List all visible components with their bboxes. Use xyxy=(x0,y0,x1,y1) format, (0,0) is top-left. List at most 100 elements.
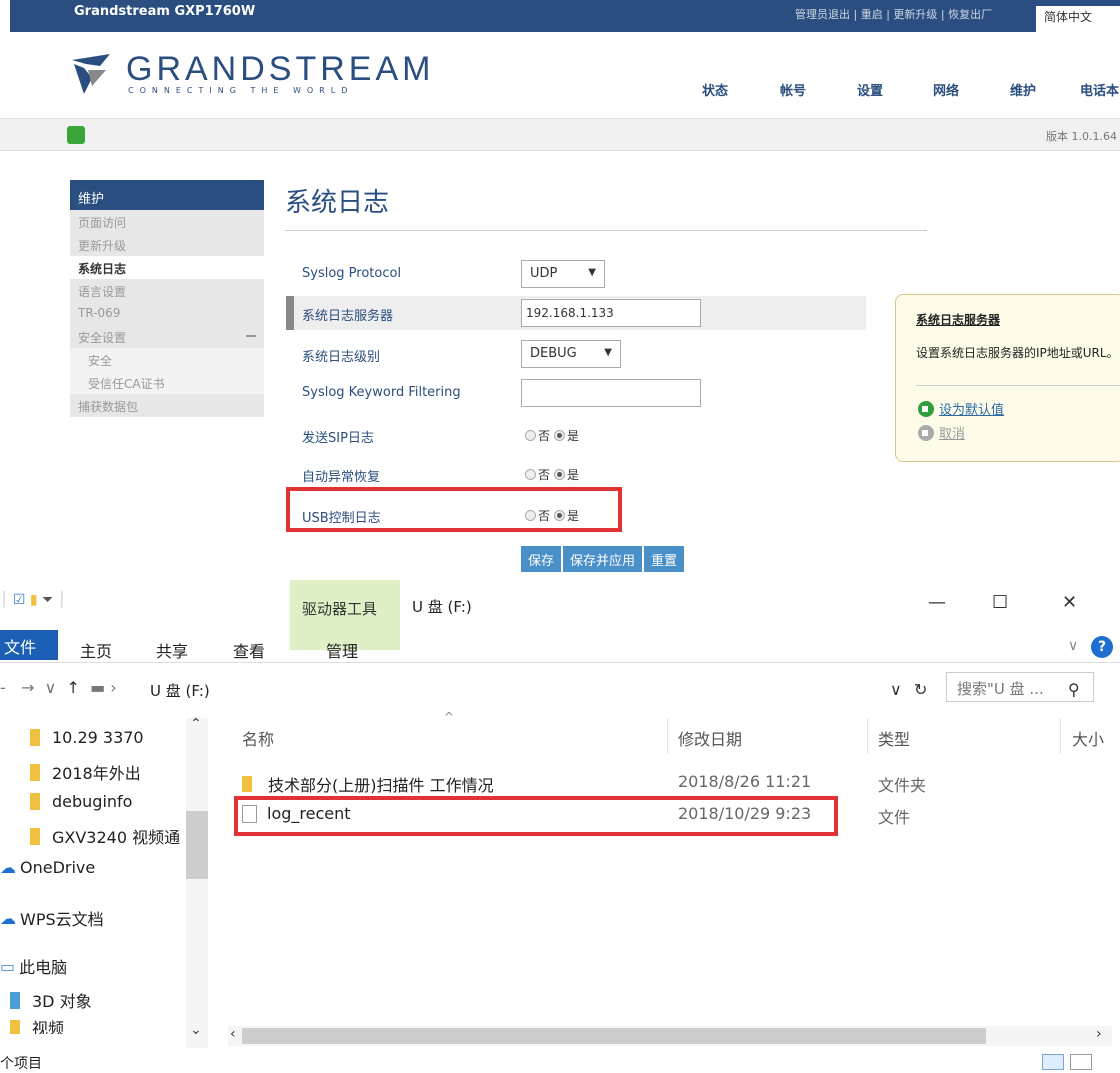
nav-3d-objects[interactable]: 3D 对象 xyxy=(10,988,92,1012)
checkmark-icon[interactable]: ☑ xyxy=(13,592,26,608)
file-type: 文件 xyxy=(878,808,911,827)
nav-status[interactable]: 状态 xyxy=(702,80,728,99)
horizontal-scrollbar[interactable]: ‹ › xyxy=(228,1026,1112,1046)
column-divider xyxy=(867,718,868,754)
file-row[interactable]: 技术部分(上册)扫描件 工作情况 xyxy=(242,772,494,796)
sip-yes-radio[interactable] xyxy=(554,430,566,441)
tab-file[interactable]: 文件 xyxy=(0,630,58,660)
column-size[interactable]: 大小 xyxy=(1072,726,1104,750)
nav-network[interactable]: 网络 xyxy=(933,80,959,99)
model-name: Grandstream GXP1760W xyxy=(74,4,256,19)
minimize-button[interactable]: — xyxy=(928,592,946,613)
maximize-button[interactable]: ☐ xyxy=(992,592,1008,613)
nav-folder[interactable]: 2018年外出 xyxy=(30,760,141,784)
phone-icon xyxy=(67,126,85,144)
nav-folder[interactable]: GXV3240 视频通 xyxy=(30,824,186,848)
help-icon[interactable]: ? xyxy=(1091,636,1113,658)
thumbnail-view-icon[interactable] xyxy=(1070,1054,1092,1070)
column-type[interactable]: 类型 xyxy=(878,726,910,750)
sidebar-item-syslog[interactable]: 系统日志 xyxy=(70,256,264,279)
sidebar-item-capture[interactable]: 捕获数据包 xyxy=(70,394,264,417)
folder-icon[interactable]: ▮ xyxy=(30,592,38,608)
history-dropdown-icon[interactable]: ∨ xyxy=(890,680,902,699)
auto-recover-label: 自动异常恢复 xyxy=(302,470,381,485)
set-default-link[interactable]: 设为默认值 xyxy=(918,399,1004,418)
scroll-up-icon[interactable]: ⌃ xyxy=(190,716,202,732)
grandstream-web-ui: Grandstream GXP1760W 管理员退出 | 重启 | 更新升级 |… xyxy=(0,0,1120,572)
nav-maintenance[interactable]: 维护 xyxy=(1010,80,1036,99)
cancel-link[interactable]: 取消 xyxy=(918,423,965,442)
drive-tools-tab[interactable]: 驱动器工具 xyxy=(302,598,377,619)
quick-access-toolbar: │ ☑ ▮ ⏷ │ xyxy=(0,592,66,608)
nav-account[interactable]: 帐号 xyxy=(780,80,806,99)
scroll-left-icon[interactable]: ‹ xyxy=(230,1026,236,1042)
syslog-protocol-select[interactable]: UDP ▼ xyxy=(521,260,605,288)
column-name[interactable]: 名称 xyxy=(242,726,274,750)
column-divider xyxy=(1060,718,1061,754)
sidebar-item-security[interactable]: 安全 xyxy=(70,348,264,371)
sidebar-item-web-access[interactable]: 页面访问 xyxy=(70,210,264,233)
scroll-thumb[interactable] xyxy=(186,811,208,879)
logo-icon xyxy=(72,54,110,94)
refresh-icon[interactable]: ↻ xyxy=(914,680,927,699)
syslog-level-select[interactable]: DEBUG ▼ xyxy=(521,340,621,368)
reset-button[interactable]: 重置 xyxy=(644,546,685,572)
page-title: 系统日志 xyxy=(285,188,390,218)
back-arrow-icon[interactable]: - xyxy=(0,678,6,697)
sidebar-item-language[interactable]: 语言设置 xyxy=(70,279,264,302)
top-links[interactable]: 管理员退出 | 重启 | 更新升级 | 恢复出厂 xyxy=(795,6,992,22)
syslog-server-input[interactable]: 192.168.1.133 xyxy=(521,299,701,327)
sidebar-item-upgrade[interactable]: 更新升级 xyxy=(70,233,264,256)
recover-no-radio[interactable] xyxy=(525,469,536,480)
recover-yes-radio[interactable] xyxy=(554,469,566,480)
language-select[interactable]: 简体中文 xyxy=(1036,6,1120,32)
ribbon-divider xyxy=(0,662,1120,663)
nav-wps-cloud[interactable]: ☁ WPS云文档 xyxy=(0,906,104,930)
keyword-filter-label: Syslog Keyword Filtering xyxy=(302,385,461,400)
radio-label: 是 xyxy=(567,468,580,482)
radio-label: 否 xyxy=(538,468,551,482)
forward-arrow-icon[interactable]: → xyxy=(21,678,34,697)
close-button[interactable]: ✕ xyxy=(1062,592,1077,613)
sub-bar: 版本 1.0.1.64 xyxy=(0,118,1120,151)
scroll-down-icon[interactable]: ⌄ xyxy=(190,1022,202,1038)
sip-no-radio[interactable] xyxy=(525,430,536,441)
details-view-icon[interactable] xyxy=(1042,1054,1064,1070)
nav-folder[interactable]: debuginfo xyxy=(30,792,132,811)
recent-icon[interactable]: ∨ xyxy=(45,678,57,697)
nav-videos[interactable]: 视频 xyxy=(10,1020,64,1034)
dropdown-icon[interactable]: ⏷ xyxy=(42,592,53,608)
search-icon[interactable]: ⚲ xyxy=(1068,680,1080,699)
breadcrumb[interactable]: U 盘 (F:) xyxy=(150,680,210,701)
folder-icon xyxy=(242,776,252,792)
nav-this-pc-label: 此电脑 xyxy=(19,958,68,977)
tab-share[interactable]: 共享 xyxy=(156,638,188,662)
nav-settings[interactable]: 设置 xyxy=(857,80,883,99)
file-explorer-window: │ ☑ ▮ ⏷ │ 驱动器工具 U 盘 (F:) — ☐ ✕ 文件 主页 共享 … xyxy=(0,580,1120,1073)
nav-scrollbar[interactable]: ⌃ ⌄ xyxy=(186,716,208,1048)
keyword-filter-input[interactable] xyxy=(521,379,701,407)
nav-phonebook[interactable]: 电话本 xyxy=(1080,80,1119,99)
cancel-label: 取消 xyxy=(939,427,966,442)
syslog-protocol-value: UDP xyxy=(530,266,558,281)
sidebar-head: 维护 xyxy=(70,180,264,210)
tab-view[interactable]: 查看 xyxy=(233,638,265,662)
scroll-right-icon[interactable]: › xyxy=(1096,1026,1102,1042)
tab-home[interactable]: 主页 xyxy=(80,638,112,662)
nav-this-pc[interactable]: ▭ 此电脑 xyxy=(0,954,67,978)
sidebar-item-tr069[interactable]: TR-069 xyxy=(70,302,264,325)
up-arrow-icon[interactable]: ↑ xyxy=(67,678,80,697)
sidebar-item-security-settings[interactable]: 安全设置 xyxy=(70,325,264,348)
expand-ribbon-icon[interactable]: ∨ xyxy=(1068,638,1078,654)
tab-manage[interactable]: 管理 xyxy=(326,638,358,662)
save-button[interactable]: 保存 xyxy=(521,546,562,572)
nav-onedrive[interactable]: ☁ OneDrive xyxy=(0,858,95,877)
nav-folder[interactable]: 10.29 3370 xyxy=(30,728,144,747)
column-date[interactable]: 修改日期 xyxy=(678,726,742,750)
save-apply-button[interactable]: 保存并应用 xyxy=(563,546,643,572)
tooltip-divider xyxy=(916,385,1120,386)
address-bar: - → ∨ ↑ ▬ › U 盘 (F:) ∨ ↻ 搜索"U 盘 ... ⚲ xyxy=(0,672,1120,708)
collapse-icon[interactable] xyxy=(246,335,256,337)
sidebar-item-trusted-ca[interactable]: 受信任CA证书 xyxy=(70,371,264,394)
scroll-thumb[interactable] xyxy=(242,1028,986,1044)
